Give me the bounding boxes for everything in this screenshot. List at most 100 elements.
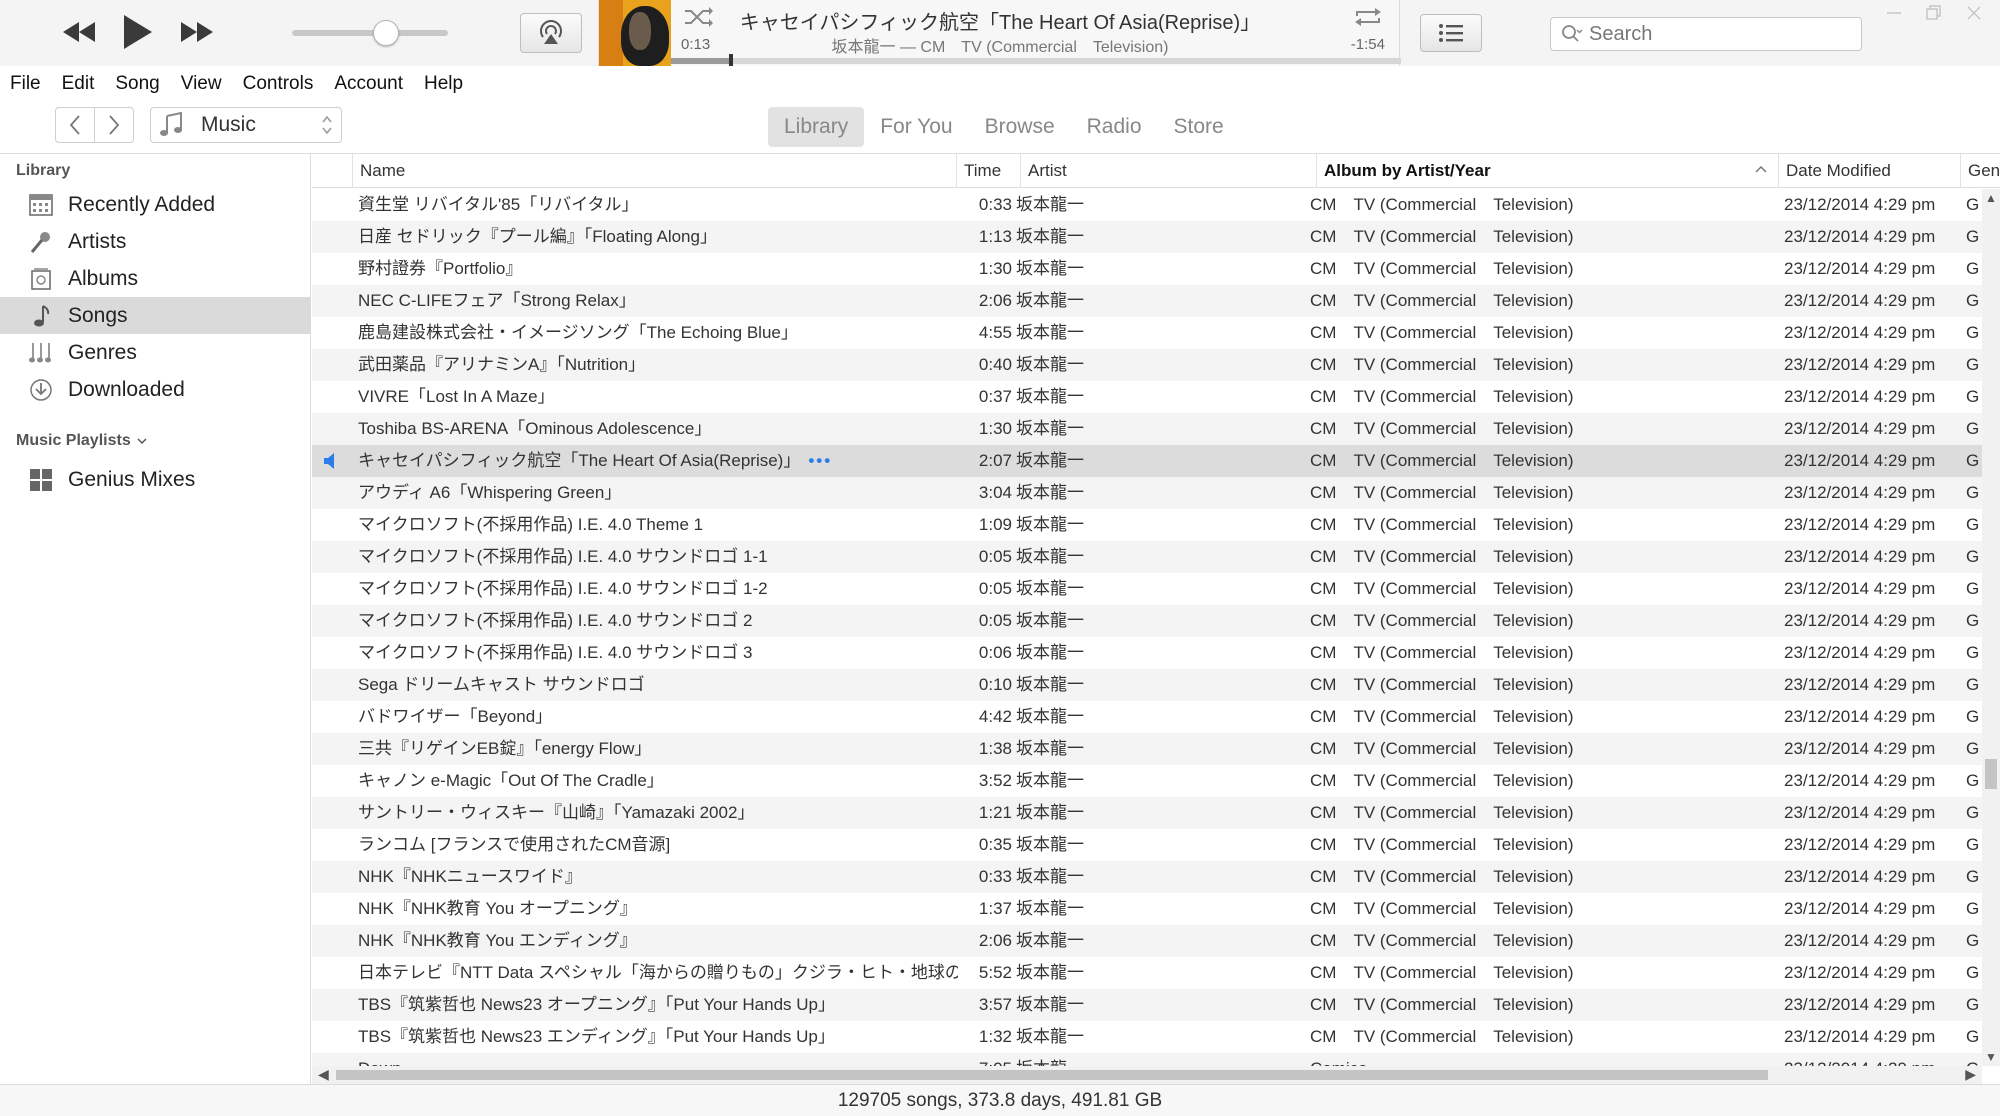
table-row[interactable]: マイクロソフト(不採用作品) I.E. 4.0 サウンドロゴ 3 0:06 坂本龍一…: [312, 637, 1982, 669]
volume-slider[interactable]: [292, 30, 448, 36]
horizontal-scrollbar-thumb[interactable]: [336, 1070, 1768, 1080]
tab-browse[interactable]: Browse: [969, 107, 1071, 147]
forward-button[interactable]: [94, 107, 134, 143]
scroll-left-icon[interactable]: ◀: [318, 1066, 329, 1083]
table-row[interactable]: バドワイザー「Beyond」 4:42 坂本龍一 CM TV (Commercial …: [312, 701, 1982, 733]
playback-progress-bar[interactable]: [671, 54, 1401, 66]
menu-view[interactable]: View: [181, 73, 222, 95]
song-time-cell-text: 0:35: [978, 835, 1012, 854]
column-header-album[interactable]: Album by Artist/Year: [1316, 154, 1778, 188]
scroll-down-icon[interactable]: ▼: [1985, 1050, 1997, 1064]
column-header-status[interactable]: [312, 154, 352, 188]
tab-store[interactable]: Store: [1158, 107, 1240, 147]
table-row[interactable]: ランコム [フランスで使用されたCM音源] 0:35 坂本龍一 CM TV (Comm…: [312, 829, 1982, 861]
table-row[interactable]: キャノン e-Magic「Out Of The Cradle」 3:52 坂本龍一 C…: [312, 765, 1982, 797]
sidebar-item-genres[interactable]: Genres: [0, 334, 311, 371]
table-row[interactable]: マイクロソフト(不採用作品) I.E. 4.0 Theme 1 1:09 坂本龍一 C…: [312, 509, 1982, 541]
scroll-right-icon[interactable]: ▶: [1965, 1066, 1976, 1083]
chevron-right-icon: [109, 115, 120, 135]
column-header-time[interactable]: Time: [956, 154, 1020, 188]
song-artist-cell: 坂本龍一: [1016, 477, 1216, 509]
table-row[interactable]: Toshiba BS-ARENA「Ominous Adolescence」 1:3…: [312, 413, 1982, 445]
table-row[interactable]: Sega ドリームキャスト サウンドロゴ 0:10 坂本龍一 CM TV (Comme…: [312, 669, 1982, 701]
column-header-name[interactable]: Name: [352, 154, 956, 188]
table-row[interactable]: 三共『リゲインEB錠』「energy Flow」 1:38 坂本龍一 CM TV (C…: [312, 733, 1982, 765]
table-row[interactable]: VIVRE「Lost In A Maze」 0:37 坂本龍一 CM TV (Comm…: [312, 381, 1982, 413]
vertical-scrollbar[interactable]: ▲ ▼: [1982, 189, 2000, 1066]
vertical-scrollbar-thumb[interactable]: [1985, 759, 1997, 789]
table-row[interactable]: マイクロソフト(不採用作品) I.E. 4.0 サウンドロゴ 1-2 0:05 坂本…: [312, 573, 1982, 605]
search-input[interactable]: [1589, 22, 1849, 46]
table-row[interactable]: 日本テレビ『NTT Data スペシャル「海からの贈りもの」クジラ・ヒト・地球の…: [312, 957, 1982, 989]
sidebar-item-recently-added[interactable]: Recently Added: [0, 186, 311, 223]
up-next-button[interactable]: [1420, 14, 1482, 52]
sidebar-item-songs[interactable]: Songs: [0, 297, 311, 334]
table-row[interactable]: アウディ A6「Whispering Green」 3:04 坂本龍一 CM TV (…: [312, 477, 1982, 509]
menu-song[interactable]: Song: [115, 73, 159, 95]
table-row[interactable]: NHK『NHK教育 You エンディング』 2:06 坂本龍一 CM TV (Comm…: [312, 925, 1982, 957]
window-restore-button[interactable]: [1916, 0, 1952, 26]
music-playlists-header[interactable]: Music Playlists: [16, 432, 149, 450]
play-button[interactable]: [116, 8, 160, 56]
menu-file[interactable]: File: [10, 73, 41, 95]
playback-position-thumb[interactable]: [729, 54, 734, 66]
column-header-artist[interactable]: Artist: [1020, 154, 1316, 188]
song-artist-cell-text: 坂本龍一: [1016, 419, 1084, 438]
column-header-date-modified[interactable]: Date Modified: [1778, 154, 1960, 188]
menu-controls[interactable]: Controls: [243, 73, 314, 95]
genius-mixes-icon: [28, 467, 54, 493]
table-row[interactable]: 武田薬品『アリナミンA』「Nutrition」 0:40 坂本龍一 CM TV (Co…: [312, 349, 1982, 381]
back-button[interactable]: [55, 107, 95, 143]
song-date-modified-cell-text: 23/12/2014 4:29 pm: [1784, 547, 1936, 566]
table-row[interactable]: 鹿島建設株式会社・イメージソング「The Echoing Blue」 4:55 坂本…: [312, 317, 1982, 349]
menu-account[interactable]: Account: [334, 73, 403, 95]
sidebar-item-downloaded[interactable]: Downloaded: [0, 371, 311, 408]
search-box[interactable]: [1550, 17, 1862, 51]
table-row[interactable]: 野村證券『Portfolio』 1:30 坂本龍一 CM TV (Commercial…: [312, 253, 1982, 285]
repeat-icon[interactable]: [1351, 4, 1385, 30]
menu-help[interactable]: Help: [424, 73, 463, 95]
next-track-button[interactable]: [172, 12, 222, 52]
tab-library[interactable]: Library: [768, 107, 865, 147]
table-row[interactable]: Dawn 7:05 坂本龍一 Comica 23/12/2014 4:29 pm G: [312, 1053, 1982, 1066]
song-album-cell: CM TV (Commercial Television): [1310, 893, 1770, 925]
table-row[interactable]: NHK『NHKニュースワイド』 0:33 坂本龍一 CM TV (Commercial…: [312, 861, 1982, 893]
sidebar-item-albums[interactable]: Albums: [0, 260, 311, 297]
song-artist-cell: 坂本龍一: [1016, 637, 1216, 669]
horizontal-scrollbar[interactable]: ◀ ▶: [312, 1066, 1982, 1084]
song-name-cell-text: キャノン e-Magic「Out Of The Cradle」: [358, 771, 664, 790]
media-kind-selector[interactable]: Music: [150, 107, 342, 143]
tab-radio[interactable]: Radio: [1071, 107, 1158, 147]
table-row[interactable]: マイクロソフト(不採用作品) I.E. 4.0 サウンドロゴ 1-1 0:05 坂本…: [312, 541, 1982, 573]
more-options-icon[interactable]: •••: [808, 451, 832, 470]
tab-for-you[interactable]: For You: [864, 107, 968, 147]
table-row[interactable]: 資生堂 リバイタル'85「リバイタル」 0:33 坂本龍一 CM TV (Commer…: [312, 189, 1982, 221]
window-close-button[interactable]: [1956, 0, 1992, 26]
table-row[interactable]: NHK『NHK教育 You オープニング』 1:37 坂本龍一 CM TV (Comm…: [312, 893, 1982, 925]
table-row[interactable]: サントリー・ウィスキー『山崎』「Yamazaki 2002」 1:21 坂本龍一 CM…: [312, 797, 1982, 829]
table-row[interactable]: マイクロソフト(不採用作品) I.E. 4.0 サウンドロゴ 2 0:05 坂本龍一…: [312, 605, 1982, 637]
table-row-now-playing[interactable]: キャセイパシフィック航空「The Heart Of Asia(Reprise)」…: [312, 445, 1982, 477]
column-header-genre[interactable]: Genr: [1960, 154, 2000, 188]
window-minimize-button[interactable]: [1876, 0, 1912, 26]
song-album-cell: CM TV (Commercial Television): [1310, 285, 1770, 317]
song-date-modified-cell-text: 23/12/2014 4:29 pm: [1784, 259, 1936, 278]
table-row[interactable]: 日産 セドリック『プール編』「Floating Along」 1:13 坂本龍一 CM…: [312, 221, 1982, 253]
sidebar-item-genius-mixes[interactable]: Genius Mixes: [0, 461, 311, 498]
scroll-up-icon[interactable]: ▲: [1985, 191, 1997, 205]
song-date-modified-cell: 23/12/2014 4:29 pm: [1784, 797, 1984, 829]
previous-track-button[interactable]: [54, 12, 104, 52]
sidebar-item-artists[interactable]: Artists: [0, 223, 311, 260]
song-album-cell: CM TV (Commercial Television): [1310, 765, 1770, 797]
song-name-cell: Sega ドリームキャスト サウンドロゴ: [358, 669, 958, 701]
column-artist-label: Artist: [1028, 161, 1067, 180]
menu-edit[interactable]: Edit: [62, 73, 95, 95]
song-time-cell: 0:40: [960, 349, 1012, 381]
airplay-button[interactable]: [520, 13, 582, 53]
song-artist-cell-text: 坂本龍一: [1016, 899, 1084, 918]
table-row[interactable]: NEC C-LIFEフェア「Strong Relax」 2:06 坂本龍一 CM TV…: [312, 285, 1982, 317]
volume-slider-knob[interactable]: [372, 20, 399, 46]
table-row[interactable]: TBS『筑紫哲也 News23 エンディング』「Put Your Hands U…: [312, 1021, 1982, 1053]
table-row[interactable]: TBS『筑紫哲也 News23 オープニング』「Put Your Hands U…: [312, 989, 1982, 1021]
song-date-modified-cell-text: 23/12/2014 4:29 pm: [1784, 643, 1936, 662]
